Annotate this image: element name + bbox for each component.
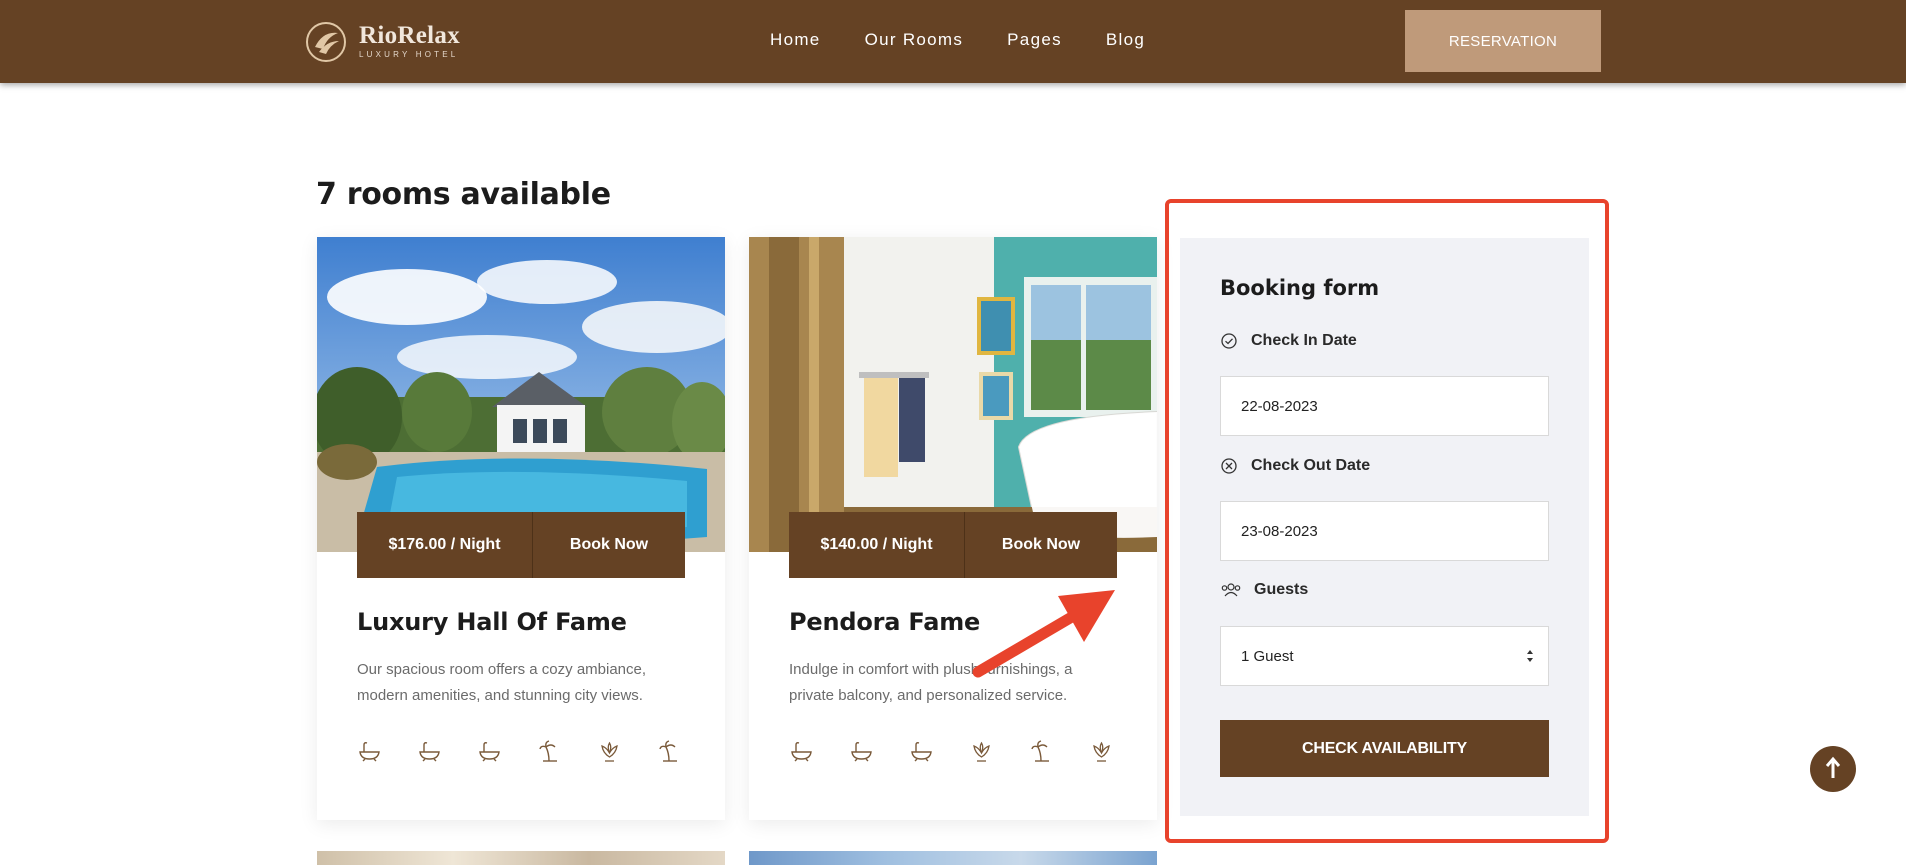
rooms-available-heading: 7 rooms available [316, 177, 611, 212]
logo-name: RioRelax [359, 22, 460, 49]
book-now-button[interactable]: Book Now [533, 512, 685, 578]
nav-home[interactable]: Home [770, 27, 821, 53]
guests-select-value: 1 Guest [1241, 647, 1294, 665]
room-price: $140.00 / Night [789, 512, 965, 578]
logo[interactable]: RioRelax LUXURY HOTEL [305, 18, 460, 66]
price-bar: $176.00 / Night Book Now [357, 512, 685, 578]
bath-icon [479, 742, 500, 762]
check-in-label: Check In Date [1220, 332, 1357, 350]
room-image[interactable] [317, 237, 725, 552]
room-description: Our spacious room offers a cozy ambiance… [357, 661, 647, 704]
bath-icon [911, 742, 932, 762]
room-image[interactable] [749, 237, 1157, 552]
spa-lotus-icon [973, 741, 990, 762]
amenity-list [357, 739, 682, 764]
reservation-button[interactable]: RESERVATION [1405, 10, 1601, 72]
check-out-label-text: Check Out Date [1251, 457, 1371, 474]
spa-lotus-icon [601, 741, 618, 762]
nav-pages[interactable]: Pages [1007, 27, 1062, 53]
price-bar: $140.00 / Night Book Now [789, 512, 1117, 578]
users-icon [1221, 583, 1241, 597]
room-name[interactable]: Luxury Hall Of Fame [357, 608, 627, 636]
check-in-date-input[interactable]: 22-08-2023 [1220, 376, 1549, 436]
book-now-button[interactable]: Book Now [965, 512, 1117, 578]
room-card: $140.00 / Night Book Now Pendora Fame In… [749, 237, 1157, 820]
room-card: $176.00 / Night Book Now Luxury Hall Of … [317, 237, 725, 820]
check-out-label: Check Out Date [1220, 457, 1370, 475]
nav-our-rooms[interactable]: Our Rooms [865, 27, 964, 53]
check-in-label-text: Check In Date [1251, 332, 1357, 349]
bath-icon [791, 742, 812, 762]
arrow-up-icon [1825, 756, 1841, 778]
guests-label: Guests [1220, 581, 1308, 599]
nav-blog[interactable]: Blog [1106, 27, 1145, 53]
site-header: RioRelax LUXURY HOTEL Home Our Rooms Pag… [0, 0, 1906, 83]
amenity-list [789, 739, 1114, 764]
palm-tree-icon [539, 740, 557, 762]
main-nav: Home Our Rooms Pages Blog [770, 27, 1145, 53]
check-out-date-input[interactable]: 23-08-2023 [1220, 501, 1549, 561]
booking-form-title: Booking form [1220, 276, 1380, 300]
logo-tagline: LUXURY HOTEL [359, 50, 459, 59]
guests-select[interactable]: 1 Guest [1220, 626, 1549, 686]
scroll-to-top-button[interactable] [1810, 746, 1856, 792]
booking-form: Booking form Check In Date 22-08-2023 Ch… [1180, 238, 1589, 816]
x-circle-icon [1221, 458, 1237, 474]
pool-house-image [317, 237, 725, 552]
palm-tree-icon [659, 740, 677, 762]
bathroom-image [749, 237, 1157, 552]
guests-label-text: Guests [1254, 581, 1309, 598]
select-arrows-icon [1527, 650, 1533, 662]
bath-icon [359, 742, 380, 762]
palm-tree-icon [1031, 740, 1049, 762]
logo-icon [306, 22, 346, 62]
bath-icon [851, 742, 872, 762]
room-card-peek [749, 851, 1157, 865]
room-name[interactable]: Pendora Fame [789, 608, 980, 636]
room-card-peek [317, 851, 725, 865]
spa-lotus-icon [1093, 741, 1110, 762]
check-availability-button[interactable]: CHECK AVAILABILITY [1220, 720, 1549, 777]
check-circle-icon [1221, 333, 1237, 349]
annotation-arrow-icon [972, 590, 1115, 678]
room-price: $176.00 / Night [357, 512, 533, 578]
bath-icon [419, 742, 440, 762]
